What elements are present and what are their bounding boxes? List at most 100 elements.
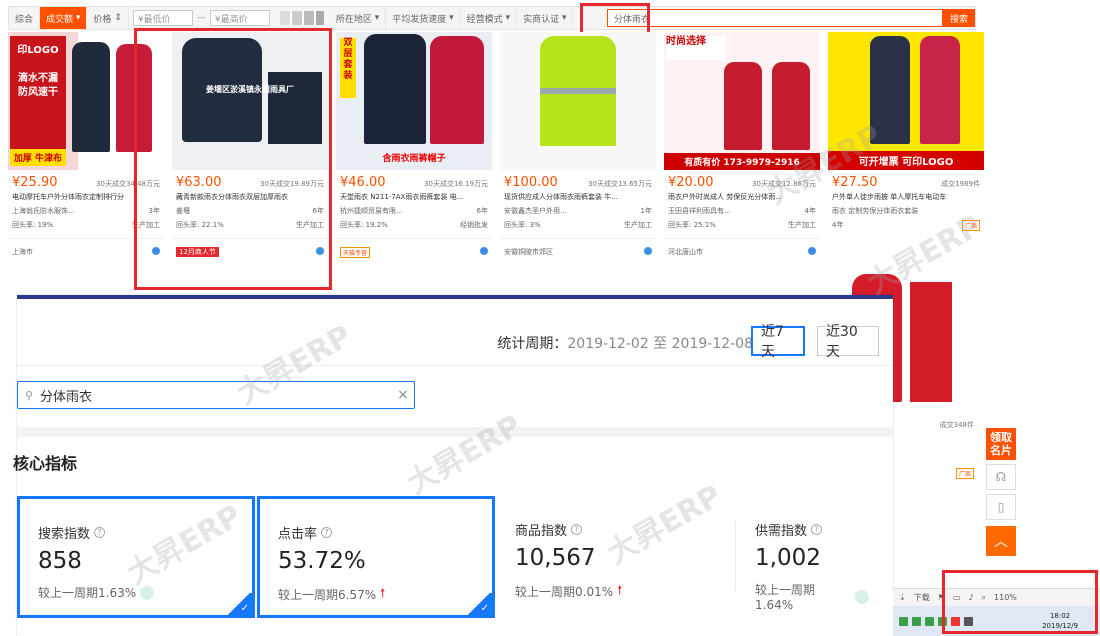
chat-icon[interactable] [480, 247, 488, 255]
filter-business-mode[interactable]: 经营模式 ▾ [461, 7, 518, 29]
metric-card-product-index[interactable]: 商品指数? 10,567 较上一周期0.01% 🠕 [497, 496, 735, 618]
floating-toolbar: 领取名片 ☊ ▯ ︿ [986, 428, 1020, 556]
tray-app-icon[interactable] [964, 616, 973, 626]
product-card[interactable]: 双层套装 含雨衣雨裤帽子 ¥46.00 30天成交16.19万元 天堂雨衣 N21… [336, 32, 492, 272]
product-title[interactable]: 藏青新款雨衣分体雨衣双层加厚雨衣 [172, 190, 328, 204]
raincoat-model-red [772, 62, 810, 150]
up-arrow-icon: 🠕 [380, 586, 386, 600]
product-title[interactable]: 户外单人徒步雨披 单人摩托车电动车 [828, 190, 984, 204]
filter-verified[interactable]: 实商认证 ▾ [517, 7, 574, 29]
stat-period-value: 2019-12-02 至 2019-12-08 [567, 336, 753, 352]
shop-name[interactable]: 安徽鑫杰圣户外用... [504, 206, 567, 216]
raincoat-model-dark [72, 42, 110, 152]
shop-name[interactable]: 雨衣 定制劳保分体雨衣套装 [832, 206, 918, 216]
browser-status-bar: ⇣ 下载 ⚑ ▭ ♪ ⌕ 110% [893, 588, 1100, 606]
reflective-stripe [540, 88, 616, 94]
store-tag: 广商 [955, 468, 974, 479]
filter-ship-speed[interactable]: 平均发货速度 ▾ [386, 7, 461, 29]
metric-card-search-index[interactable]: 搜索指数? 858 较上一周期1.63% [17, 496, 255, 618]
chat-icon[interactable] [152, 247, 160, 255]
metric-card-click-rate[interactable]: 点击率? 53.72% 较上一周期6.57% 🠕 [257, 496, 495, 618]
keyword-search-input[interactable]: 分体雨衣 [607, 9, 943, 27]
max-price-input[interactable]: ¥最高价 [209, 10, 270, 26]
selected-check-icon [466, 593, 492, 615]
metric-label: 商品指数 [515, 524, 568, 539]
keyword-search-field[interactable]: ⚲ × [17, 381, 415, 409]
period-7-days-button[interactable]: 近7天 [751, 324, 805, 360]
product-title[interactable]: 天堂雨衣 N211-7AX雨衣雨裤套装 电... [336, 190, 492, 204]
zoom-level[interactable]: 110% [994, 593, 1017, 602]
sound-icon[interactable]: ♪ [968, 593, 973, 602]
product-card[interactable]: 姜堰区淤溪镇永霸雨具厂 ¥63.00 30天成交19.89万元 藏青新款雨衣分体雨… [172, 32, 328, 272]
metric-compare: 较上一周期0.01% [515, 585, 614, 599]
zoom-search-icon[interactable]: ⌕ [982, 593, 986, 603]
product-image[interactable] [500, 32, 656, 170]
help-icon[interactable]: ? [811, 524, 823, 535]
get-card-button[interactable]: 领取名片 [986, 428, 1016, 460]
system-clock[interactable]: 18:02 2019/12/9 [1042, 611, 1100, 631]
chat-icon[interactable] [316, 247, 324, 255]
tray-app-icon[interactable] [925, 616, 934, 626]
product-image[interactable]: 双层套装 含雨衣雨裤帽子 [336, 32, 492, 170]
shop-name[interactable]: 上海翁氏防水服饰... [12, 206, 75, 216]
chat-icon[interactable] [808, 247, 816, 255]
metric-label: 供需指数 [755, 524, 808, 539]
product-image[interactable]: 时尚选择 有质有价 173-9979-2916 [664, 32, 820, 170]
sort-turnover[interactable]: 成交额 ▾ [40, 7, 88, 29]
raincoat-model-red [724, 62, 762, 150]
shop-name[interactable]: 杭州捷顺贸易有限... [340, 206, 403, 216]
chat-icon[interactable] [644, 247, 652, 255]
window-icon[interactable]: ▭ [953, 593, 961, 602]
raincoat-model-red [430, 36, 484, 144]
promo-banner: 时尚选择 [666, 36, 726, 60]
repeat-rate: 3% [529, 221, 541, 229]
metric-label: 点击率 [278, 527, 318, 542]
metric-value: 858 [38, 548, 82, 574]
product-sold: 成交1989件 [941, 180, 980, 188]
help-icon[interactable]: ? [571, 524, 583, 535]
product-title[interactable]: 现货供应成人分体雨衣雨裤套装 牛... [500, 190, 656, 204]
min-price-input[interactable]: ¥最低价 [132, 10, 193, 26]
product-image[interactable]: 印LOGO 滴水不漏 防风速干 加厚 牛津布 [8, 32, 164, 170]
product-card[interactable]: 印LOGO 滴水不漏 防风速干 加厚 牛津布 ¥25.90 30天成交34.48万元 … [8, 32, 164, 272]
download-icon[interactable]: ⇣ [899, 593, 906, 602]
product-price: ¥20.00 [668, 175, 714, 190]
product-image[interactable]: 可开增票 可印LOGO [828, 32, 984, 170]
raincoat-pants-red [910, 282, 952, 402]
tray-app-icon[interactable] [951, 616, 960, 626]
download-label[interactable]: 下载 [914, 592, 930, 603]
product-card[interactable]: 可开增票 可印LOGO ¥27.50 成交1989件 户外单人徒步雨披 单人摩托车… [828, 32, 984, 272]
product-title[interactable]: 电动摩托车户外分体雨衣定制排行分 [8, 190, 164, 204]
tray-app-icon[interactable] [938, 616, 947, 626]
product-title[interactable]: 雨衣户外时尚成人 劳保反光分体雨... [664, 190, 820, 204]
product-sold: 30天成交13.65万元 [588, 180, 652, 188]
product-image[interactable]: 姜堰区淤溪镇永霸雨具厂 [172, 32, 328, 170]
period-30-days-button[interactable]: 近30天 [817, 324, 879, 360]
shop-name[interactable]: 姜堰 [176, 206, 190, 216]
tray-app-icon[interactable] [912, 616, 921, 626]
product-price: ¥25.90 [12, 175, 58, 190]
flag-icon[interactable]: ⚑ [938, 593, 945, 602]
headset-icon[interactable]: ☊ [986, 464, 1016, 490]
raincoat-model-dark [870, 36, 910, 144]
help-icon[interactable]: ? [94, 527, 106, 538]
search-button[interactable]: 搜索 [943, 9, 975, 27]
clear-icon[interactable]: × [392, 387, 414, 403]
repeat-rate: 22.1% [201, 221, 224, 229]
metric-card-supply-demand-index[interactable]: 供需指数? 1,002 较上一周期1.64% [737, 496, 887, 618]
promo-banner: 印LOGO 滴水不漏 防风速干 [10, 36, 66, 154]
metric-label: 搜索指数 [38, 527, 91, 542]
phone-icon[interactable]: ▯ [986, 494, 1016, 520]
shop-name[interactable]: 玉田县祥利雨具有... [668, 206, 731, 216]
sort-comprehensive[interactable]: 综合 [9, 7, 41, 29]
keyword-input[interactable] [40, 387, 392, 403]
filter-region[interactable]: 所在地区 ▾ [330, 7, 387, 29]
clock-date: 2019/12/9 [1042, 622, 1078, 630]
tray-app-icon[interactable] [899, 616, 908, 626]
sort-price[interactable]: 价格 ⇕ [87, 7, 129, 29]
product-card[interactable]: ¥100.00 30天成交13.65万元 现货供应成人分体雨衣雨裤套装 牛... … [500, 32, 656, 272]
back-to-top-icon[interactable]: ︿ [986, 526, 1016, 556]
search-analytics-panel: 统计周期：2019-12-02 至 2019-12-08 近7天 近30天 ⚲ … [13, 295, 893, 636]
help-icon[interactable]: ? [321, 527, 333, 538]
product-card[interactable]: 时尚选择 有质有价 173-9979-2916 ¥20.00 30天成交12.86… [664, 32, 820, 272]
